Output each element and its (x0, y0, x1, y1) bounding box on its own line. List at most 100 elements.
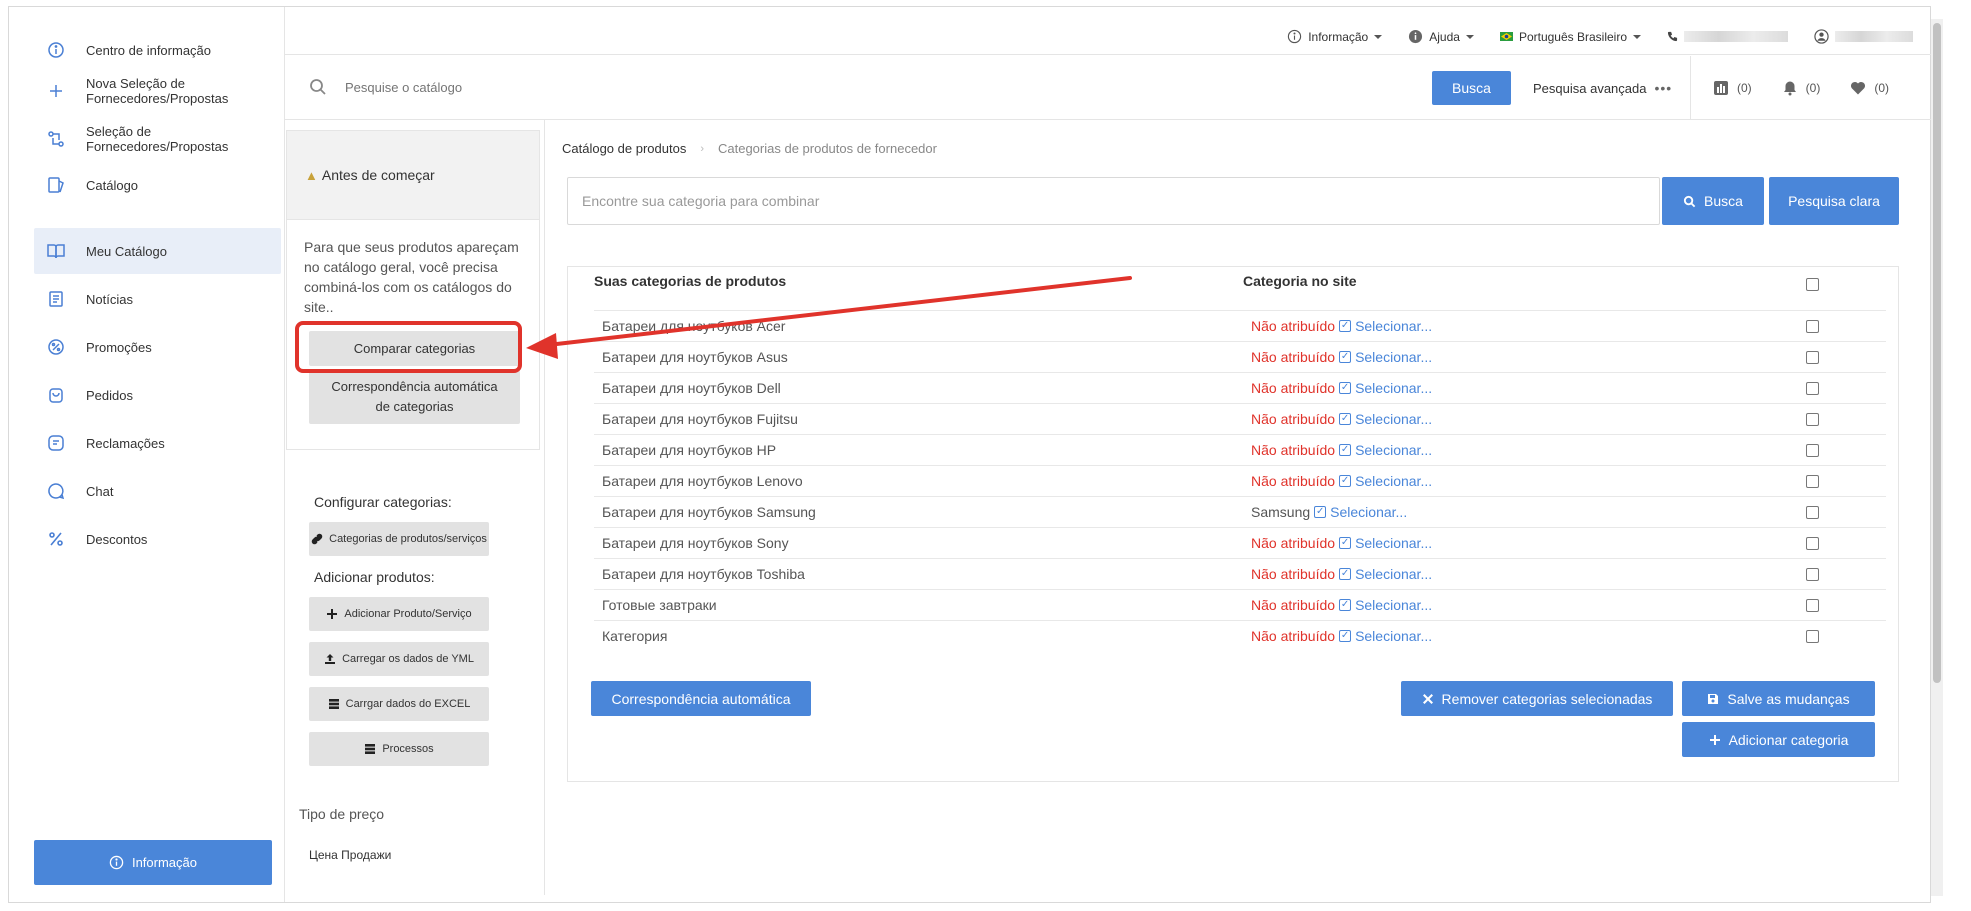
sidebar-item-label: Nova Seleção de Fornecedores/Propostas (86, 76, 229, 106)
row-checkbox[interactable] (1806, 382, 1819, 395)
select-category-link[interactable]: ✓ Selecionar... (1339, 442, 1432, 458)
row-checkbox[interactable] (1806, 351, 1819, 364)
info-menu[interactable]: Informação (1287, 29, 1383, 44)
information-button[interactable]: Informação (34, 840, 272, 885)
sidebar-item-label: Pedidos (86, 387, 133, 403)
row-checkbox[interactable] (1806, 413, 1819, 426)
select-category-link[interactable]: ✓ Selecionar... (1339, 473, 1432, 489)
select-category-link[interactable]: ✓ Selecionar... (1339, 349, 1432, 365)
catalog-search-input[interactable] (345, 72, 1245, 102)
notifications-counter[interactable]: (0) (1782, 80, 1820, 96)
sidebar-item-label: Centro de informação (86, 42, 212, 58)
select-category-link[interactable]: ✓ Selecionar... (1339, 628, 1432, 644)
product-categories-button[interactable]: Categorias de produtos/serviços (309, 522, 489, 556)
site-category-value: Não atribuído (1251, 349, 1336, 365)
table-row: Батареи для ноутбуков Toshiba Não atribuí… (594, 558, 1886, 589)
checkbox-edit-icon: ✓ (1339, 382, 1352, 394)
select-link-label: Selecionar... (1355, 349, 1433, 365)
close-icon (1422, 693, 1433, 704)
processes-button[interactable]: Processos (309, 732, 489, 766)
brazil-flag-icon (1499, 32, 1513, 41)
user-circle-icon (1814, 29, 1829, 44)
sidebar-item-selection[interactable]: Seleção de Fornecedores/Propostas (34, 114, 281, 164)
compare-counter[interactable]: (0) (1713, 80, 1752, 96)
sidebar: Centro de informação Nova Seleção de For… (9, 7, 285, 902)
search-button[interactable]: Busca (1432, 71, 1511, 105)
select-category-link[interactable]: ✓ Selecionar... (1339, 535, 1432, 551)
bar-chart-icon (1714, 80, 1728, 95)
auto-match-button[interactable]: Correspondência automática (591, 681, 811, 716)
auto-match-categories-button[interactable]: Correspondência automática de categorias (309, 370, 520, 424)
upload-yml-button[interactable]: Carregar os dados de YML (309, 642, 489, 676)
site-category-cell: Não atribuído ✓ Selecionar... (1251, 597, 1432, 613)
row-checkbox[interactable] (1806, 506, 1819, 519)
select-category-link[interactable]: ✓ Selecionar... (1339, 566, 1432, 582)
before-start-text: Para que seus produtos apareçam no catál… (304, 239, 519, 315)
upload-excel-button[interactable]: Carrgar dados do EXCEL (309, 687, 489, 721)
select-category-link[interactable]: ✓ Selecionar... (1339, 597, 1432, 613)
row-checkbox[interactable] (1806, 444, 1819, 457)
sidebar-item-news[interactable]: Notícias (34, 276, 281, 322)
info-circle-icon (34, 40, 78, 60)
sidebar-item-promotions[interactable]: Promoções (34, 324, 281, 370)
add-category-button[interactable]: Adicionar categoria (1682, 722, 1875, 757)
sidebar-item-my-catalog[interactable]: Meu Catálogo (34, 228, 281, 274)
row-checkbox[interactable] (1806, 537, 1819, 550)
select-all-checkbox[interactable] (1806, 278, 1819, 291)
table-row: Батареи для ноутбуков Dell Não atribuído ✓… (594, 372, 1886, 403)
remove-selected-label: Remover categorias selecionadas (1441, 690, 1653, 707)
select-category-link[interactable]: ✓ Selecionar... (1339, 318, 1432, 334)
sidebar-item-label: Reclamações (86, 435, 165, 451)
remove-selected-categories-button[interactable]: Remover categorias selecionadas (1401, 681, 1673, 716)
advanced-search-link[interactable]: Pesquisa avançada ••• (1533, 80, 1672, 96)
select-category-link[interactable]: ✓ Selecionar... (1314, 504, 1407, 520)
row-checkbox[interactable] (1806, 568, 1819, 581)
row-checkbox[interactable] (1806, 599, 1819, 612)
select-category-link[interactable]: ✓ Selecionar... (1339, 411, 1432, 427)
warning-icon: ▲ (305, 167, 318, 183)
page-scrollbar[interactable] (1931, 19, 1943, 896)
category-name: Батареи для ноутбуков Samsung (602, 504, 816, 520)
checkbox-edit-icon: ✓ (1339, 413, 1352, 425)
site-category-value: Não atribuído (1251, 411, 1336, 427)
scrollbar-thumb[interactable] (1933, 23, 1941, 683)
sidebar-item-orders[interactable]: Pedidos (34, 372, 281, 418)
category-search-input[interactable]: Encontre sua categoria para combinar (567, 177, 1660, 225)
sidebar-item-new-selection[interactable]: Nova Seleção de Fornecedores/Propostas (34, 66, 281, 116)
sidebar-item-complaints[interactable]: Reclamações (34, 420, 281, 466)
caret-down-icon (1374, 34, 1383, 39)
checkbox-edit-icon: ✓ (1339, 537, 1352, 549)
favorites-count: (0) (1874, 80, 1890, 95)
row-checkbox[interactable] (1806, 630, 1819, 643)
before-start-title: Antes de começar (321, 167, 435, 183)
save-changes-button[interactable]: Salve as mudanças (1682, 681, 1875, 716)
sidebar-item-chat[interactable]: Chat (34, 468, 281, 514)
link-icon (311, 533, 323, 545)
phone-icon (1667, 31, 1678, 42)
save-icon (1708, 693, 1719, 704)
category-search-button[interactable]: Busca (1662, 177, 1764, 225)
breadcrumb-catalog[interactable]: Catálogo de produtos (562, 141, 686, 156)
site-category-value: Não atribuído (1251, 535, 1336, 551)
redacted-username (1835, 31, 1913, 42)
site-category-value: Não atribuído (1251, 597, 1336, 613)
clear-search-button[interactable]: Pesquisa clara (1769, 177, 1899, 225)
language-menu[interactable]: Português Brasileiro (1499, 30, 1641, 44)
row-checkbox[interactable] (1806, 475, 1819, 488)
sidebar-item-discounts[interactable]: Descontos (34, 516, 281, 562)
bag-icon (34, 385, 78, 405)
swap-icon (34, 129, 78, 149)
add-product-button[interactable]: Adicionar Produto/Serviço (309, 597, 489, 631)
annotation-highlight-box (295, 321, 522, 373)
row-checkbox[interactable] (1806, 320, 1819, 333)
table-row: Батареи для ноутбуков Samsung Samsung ✓ Sel… (594, 496, 1886, 527)
user-account[interactable] (1814, 29, 1913, 44)
app-window: Centro de informação Nova Seleção de For… (8, 6, 1943, 903)
select-category-link[interactable]: ✓ Selecionar... (1339, 380, 1432, 396)
compare-count: (0) (1737, 80, 1752, 95)
site-category-value: Não atribuído (1251, 566, 1336, 582)
site-category-value: Não atribuído (1251, 628, 1336, 644)
favorites-counter[interactable]: (0) (1850, 80, 1889, 96)
help-menu[interactable]: Ajuda (1408, 29, 1474, 44)
sidebar-item-catalog[interactable]: Catálogo (34, 162, 281, 208)
